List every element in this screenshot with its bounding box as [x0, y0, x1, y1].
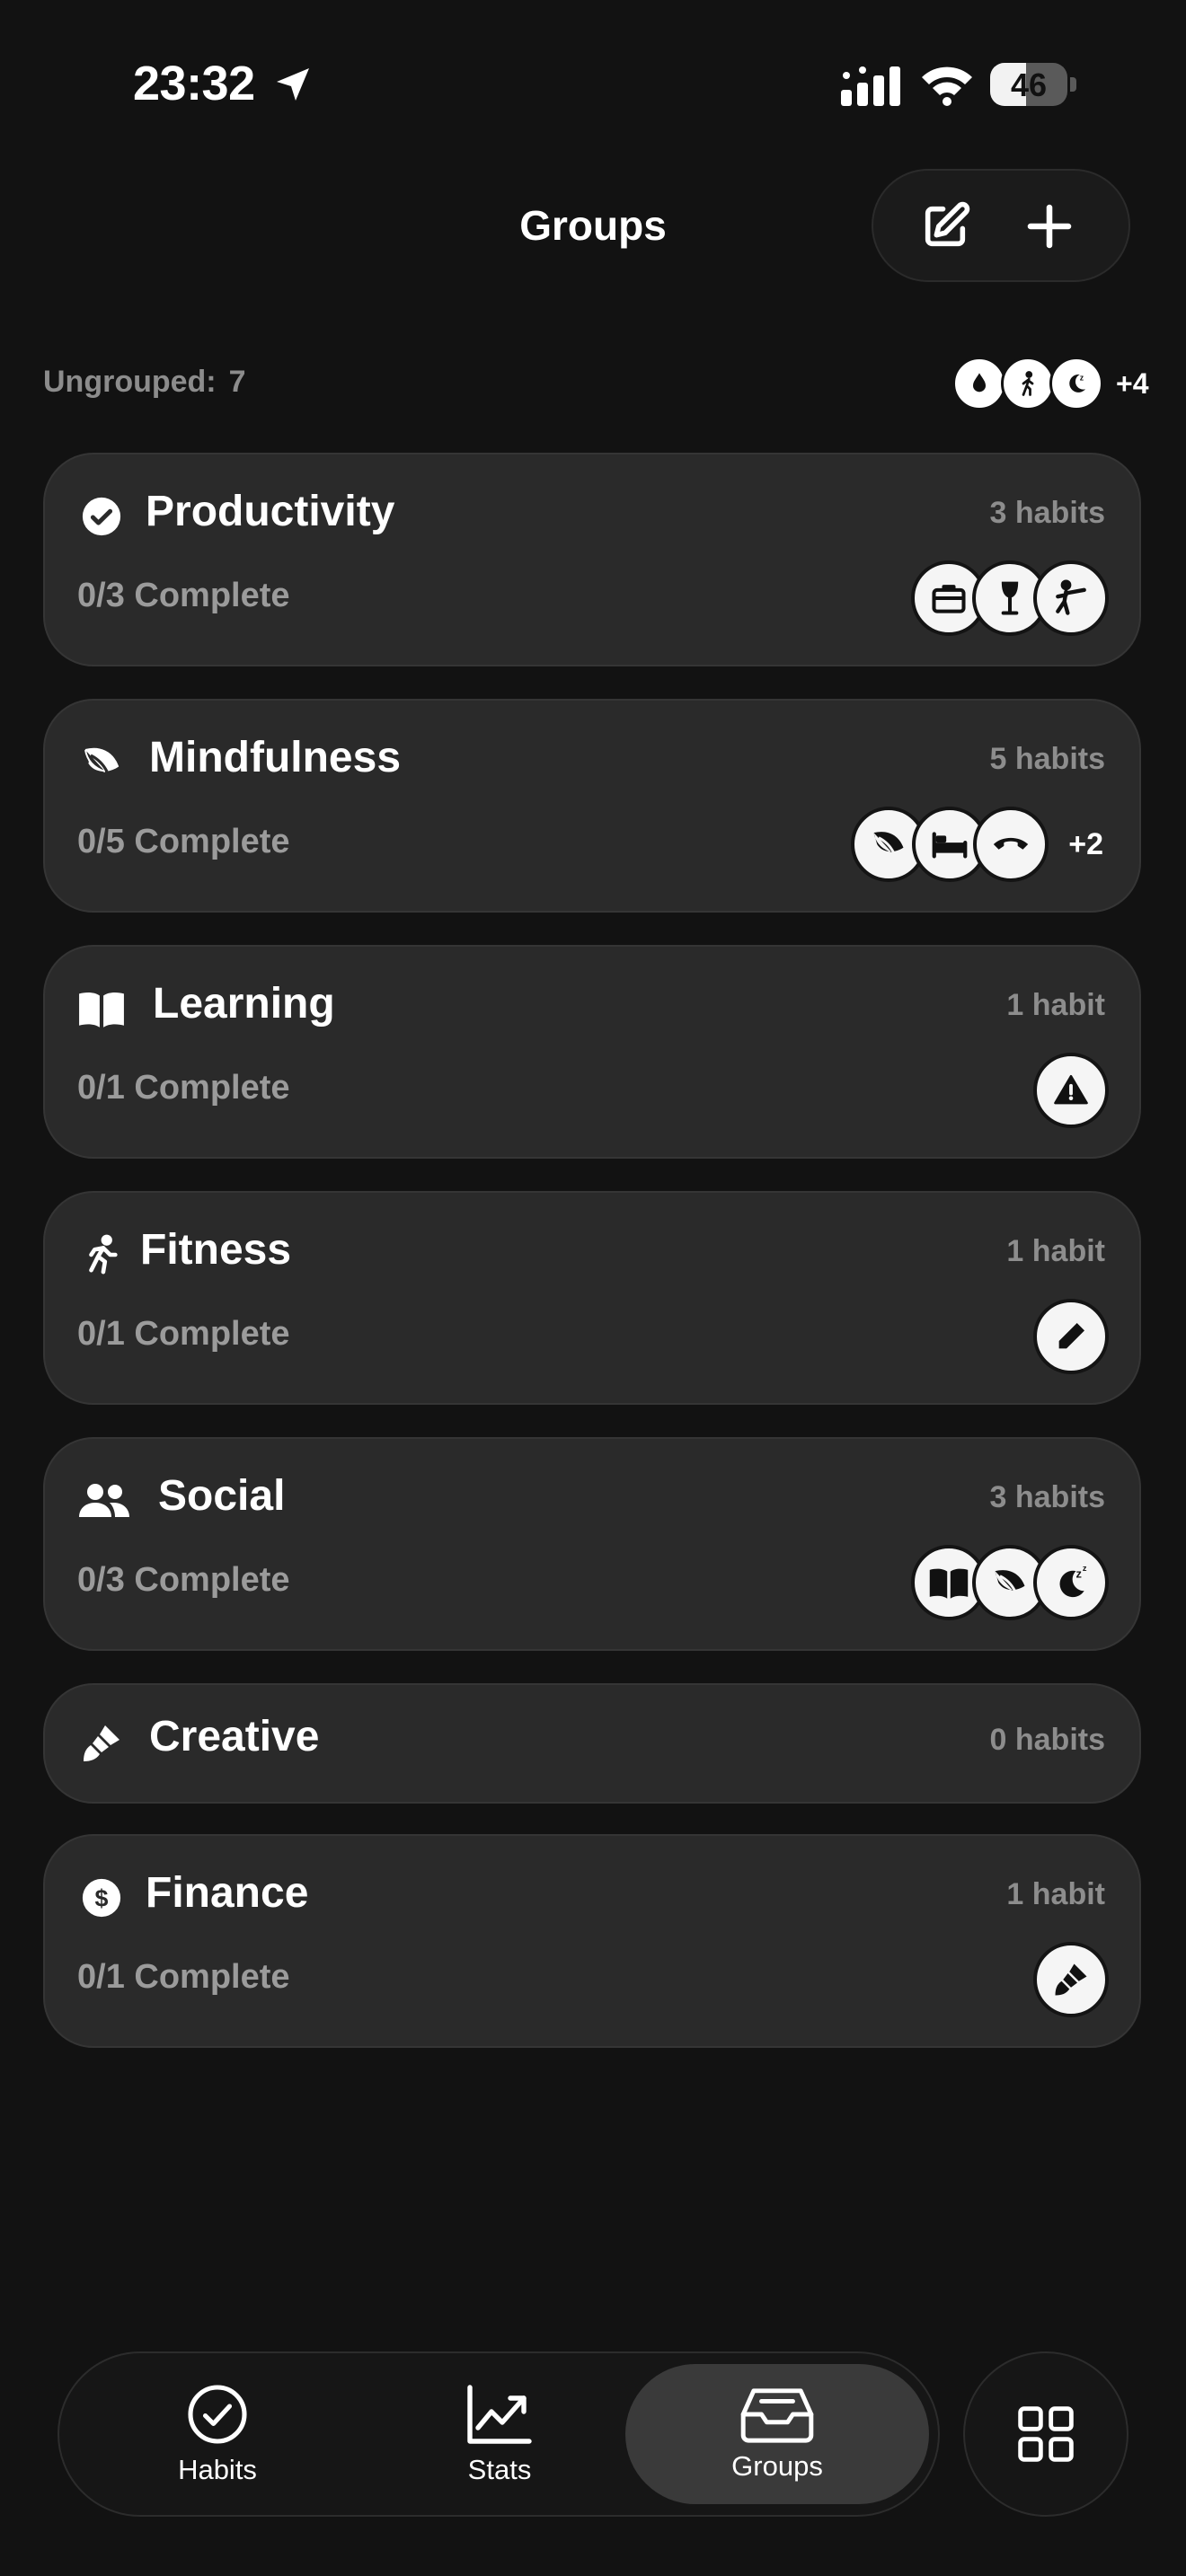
group-name: Fitness: [140, 1226, 292, 1274]
group-name: Learning: [153, 980, 335, 1028]
group-habit-icons: [911, 560, 1109, 636]
phone-icon: [973, 807, 1049, 882]
group-card-learning[interactable]: Learning 1 habit 0/1 Complete: [43, 945, 1141, 1159]
group-habit-icons: [1033, 1053, 1109, 1128]
tab-label: Habits: [178, 2454, 257, 2485]
leaf-icon: [77, 738, 126, 787]
group-name: Creative: [149, 1713, 320, 1760]
compose-icon: [925, 201, 970, 247]
ungrouped-more-count: +4: [1116, 366, 1149, 400]
group-more-count: +2: [1068, 826, 1103, 861]
ungrouped-label: Ungrouped:: [43, 365, 217, 399]
inbox-icon: [740, 2388, 814, 2443]
group-progress: 0/3 Complete: [77, 1561, 290, 1599]
wifi-icon: [920, 63, 974, 106]
group-name: Mindfulness: [149, 734, 402, 781]
grid-icon: [1018, 2406, 1074, 2462]
sleep-icon: z: [1049, 357, 1103, 410]
group-card-mindfulness[interactable]: Mindfulness 5 habits 0/5 Complete +2: [43, 699, 1141, 913]
group-name: Finance: [146, 1869, 309, 1917]
group-progress: 0/5 Complete: [77, 823, 290, 860]
plus-icon: [1027, 204, 1072, 249]
group-habit-icons: [1033, 1942, 1109, 2017]
group-card-social[interactable]: Social 3 habits 0/3 Complete zz: [43, 1437, 1141, 1651]
battery-indicator: 46: [990, 63, 1076, 108]
cellular-signal-icon: [841, 66, 913, 106]
group-card-fitness[interactable]: Fitness 1 habit 0/1 Complete: [43, 1191, 1141, 1405]
check-circle-outline-icon: [188, 2385, 247, 2444]
drop-icon: [952, 357, 1006, 410]
brush-icon: [1033, 1942, 1109, 2017]
warning-icon: [1033, 1053, 1109, 1128]
svg-text:z: z: [1076, 1567, 1082, 1581]
group-name: Social: [158, 1472, 286, 1520]
ungrouped-habit-icons: z +4: [952, 357, 1148, 410]
group-habit-count: 1 habit: [1006, 988, 1105, 1022]
group-habit-count: 3 habits: [989, 496, 1105, 530]
status-time: 23:32: [133, 57, 255, 110]
menu-grid-button[interactable]: [963, 2351, 1128, 2517]
group-card-productivity[interactable]: Productivity 3 habits 0/3 Complete: [43, 453, 1141, 666]
group-progress: 0/1 Complete: [77, 1958, 290, 1996]
group-habit-count: 0 habits: [989, 1723, 1105, 1757]
group-habit-count: 3 habits: [989, 1480, 1105, 1514]
edit-groups-button[interactable]: [907, 189, 983, 264]
running-icon: [77, 1231, 126, 1279]
svg-text:z: z: [1083, 1564, 1087, 1573]
header-actions: [872, 169, 1130, 282]
group-card-creative[interactable]: Creative 0 habits: [43, 1683, 1141, 1804]
tab-label: Stats: [467, 2454, 532, 2485]
svg-text:z: z: [1080, 373, 1084, 382]
group-card-finance[interactable]: $ Finance 1 habit 0/1 Complete: [43, 1834, 1141, 2048]
group-progress: 0/1 Complete: [77, 1069, 290, 1107]
ungrouped-count: 7: [228, 365, 246, 399]
battery-level: 46: [1010, 66, 1048, 103]
group-habit-icons: [1033, 1299, 1109, 1374]
ungrouped-summary[interactable]: Ungrouped: 7: [43, 365, 246, 400]
tab-label: Groups: [731, 2450, 823, 2482]
tab-habits[interactable]: Habits: [83, 2353, 352, 2515]
walking-icon: [1001, 357, 1055, 410]
group-habit-count: 1 habit: [1006, 1877, 1105, 1911]
kick-icon: [1033, 560, 1109, 636]
sleep-icon: zz: [1033, 1545, 1109, 1620]
group-progress: 0/3 Complete: [77, 577, 290, 614]
check-circle-icon: [77, 492, 126, 541]
people-icon: [77, 1477, 131, 1525]
location-arrow-icon: [271, 63, 314, 106]
add-group-button[interactable]: [1012, 189, 1087, 264]
tab-bar: Habits Stats Groups: [58, 2351, 940, 2517]
book-icon: [77, 984, 126, 1033]
group-habit-count: 5 habits: [989, 742, 1105, 776]
svg-text:$: $: [95, 1885, 109, 1912]
group-name: Productivity: [146, 488, 395, 535]
pencil-icon: [1033, 1299, 1109, 1374]
tab-stats[interactable]: Stats: [365, 2353, 634, 2515]
tab-groups[interactable]: Groups: [625, 2364, 929, 2504]
group-progress: 0/1 Complete: [77, 1315, 290, 1353]
brush-icon: [77, 1719, 126, 1768]
chart-up-icon: [467, 2385, 532, 2444]
group-habit-count: 1 habit: [1006, 1234, 1105, 1268]
group-habit-icons: zz: [911, 1545, 1109, 1620]
group-habit-icons: +2: [851, 807, 1109, 882]
dollar-icon: $: [77, 1874, 126, 1922]
